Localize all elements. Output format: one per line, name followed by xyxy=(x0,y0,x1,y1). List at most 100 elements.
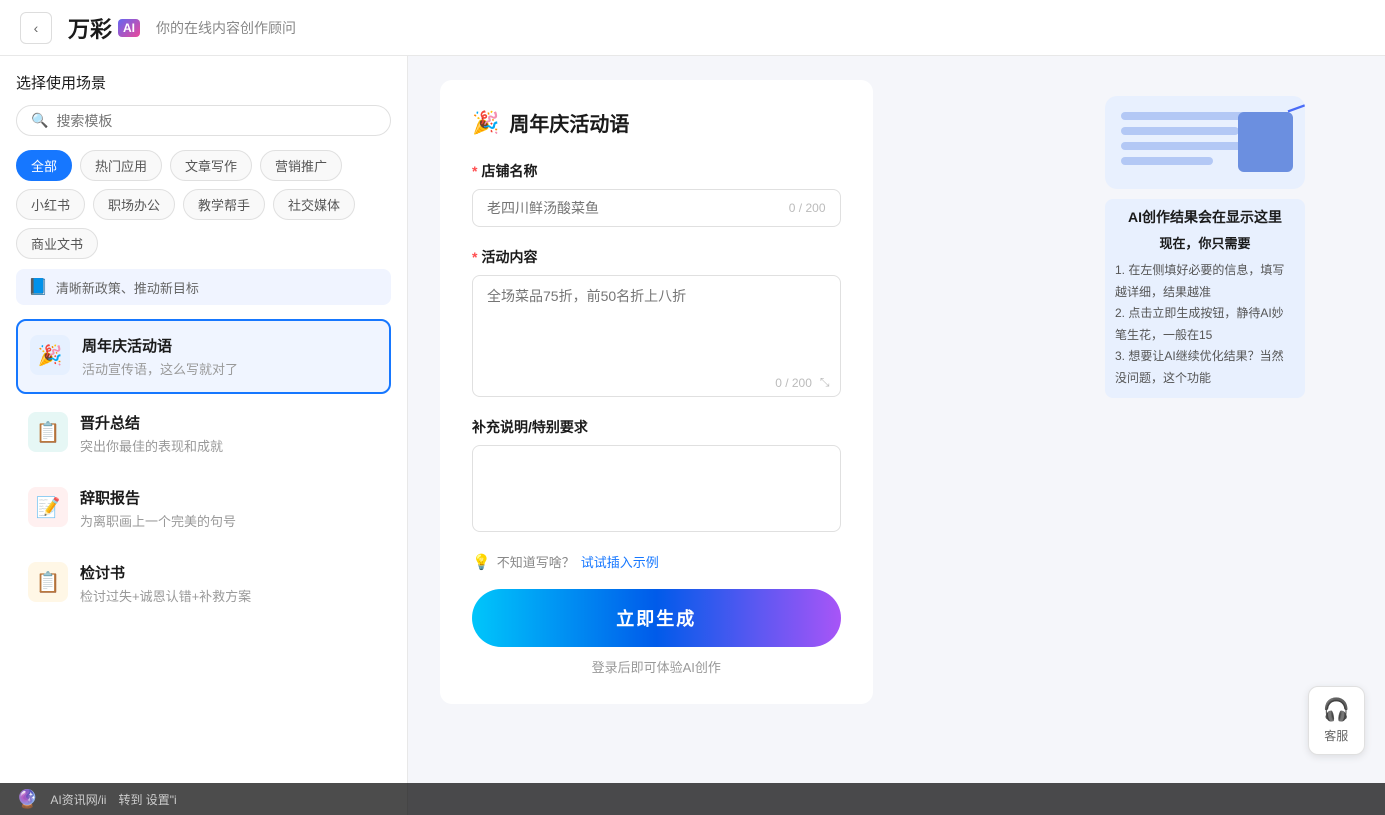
hint-row: 💡 不知道写啥？ 试试插入示例 xyxy=(472,552,841,571)
tag-xiaohongshu[interactable]: 小红书 xyxy=(16,189,85,220)
template-icon-anniversary: 🎉 xyxy=(30,335,70,375)
resize-icon: ⤡ xyxy=(820,375,830,390)
template-info-promotion: 晋升总结 突出你最佳的表现和成就 xyxy=(80,412,379,455)
sidebar-title: 选择使用场景 xyxy=(16,72,391,93)
store-name-char-count: 0 / 200 xyxy=(789,201,826,215)
store-name-field: * 店铺名称 0 / 200 xyxy=(472,161,841,227)
form-title: 🎉 周年庆活动语 xyxy=(472,108,841,137)
policy-icon: 📘 xyxy=(28,277,48,297)
supplement-label-text: 补充说明/特别要求 xyxy=(472,417,588,437)
steps-box: AI创作结果会在显示这里 现在，你只需要 1. 在左侧填好必要的信息，填写越详细… xyxy=(1105,199,1305,398)
supplement-textarea[interactable] xyxy=(473,446,840,526)
login-hint: 登录后即可体验AI创作 xyxy=(472,657,841,676)
template-info-anniversary: 周年庆活动语 活动宣传语，这么写就对了 xyxy=(82,335,377,378)
supplement-field: 补充说明/特别要求 xyxy=(472,417,841,532)
policy-banner: 📘 清晰新政策、推动新目标 xyxy=(16,269,391,305)
activity-content-field: * 活动内容 0 / 200 ⤡ xyxy=(472,247,841,397)
activity-content-footer: 0 / 200 ⤡ xyxy=(473,371,840,396)
template-desc-review: 检讨过失+诚恩认错+补救方案 xyxy=(80,586,379,605)
template-desc-resignation: 为离职画上一个完美的句号 xyxy=(80,511,379,530)
step-1: 1. 在左侧填好必要的信息，填写越详细，结果越准 xyxy=(1115,260,1295,303)
template-icon-promotion: 📋 xyxy=(28,412,68,452)
sidebar: 选择使用场景 🔍 全部 热门应用 文章写作 营销推广 小红书 职场办公 教学帮手… xyxy=(0,56,408,815)
step-3: 3. 想要让AI继续优化结果？当然没问题，这个功能 xyxy=(1115,346,1295,389)
form-title-icon: 🎉 xyxy=(472,110,499,136)
main-layout: 选择使用场景 🔍 全部 热门应用 文章写作 营销推广 小红书 职场办公 教学帮手… xyxy=(0,56,1385,815)
line-4 xyxy=(1121,157,1213,165)
activity-content-textarea[interactable] xyxy=(473,276,840,366)
logo-text: 万彩 xyxy=(68,12,112,44)
template-item-resignation[interactable]: 📝 辞职报告 为离职画上一个完美的句号 xyxy=(16,473,391,544)
header: ‹ 万彩 AI 你的在线内容创作顾问 xyxy=(0,0,1385,56)
header-subtitle: 你的在线内容创作顾问 xyxy=(156,18,296,38)
result-block xyxy=(1238,112,1293,172)
template-desc-anniversary: 活动宣传语，这么写就对了 xyxy=(82,359,377,378)
steps-content: AI创作结果会在显示这里 现在，你只需要 1. 在左侧填好必要的信息，填写越详细… xyxy=(1115,207,1295,390)
hint-text: 不知道写啥？ xyxy=(497,552,575,571)
bottom-text: AI资讯网/ii xyxy=(50,791,106,808)
activity-required: * xyxy=(472,249,477,265)
supplement-label: 补充说明/特别要求 xyxy=(472,417,841,437)
generate-button[interactable]: 立即生成 xyxy=(472,589,841,647)
insert-example-link[interactable]: 试试插入示例 xyxy=(581,552,659,571)
template-icon-review: 📋 xyxy=(28,562,68,602)
template-info-resignation: 辞职报告 为离职画上一个完美的句号 xyxy=(80,487,379,530)
illustration-card: ⟶ AI创作结果会在显示这里 现在，你只需要 1. 在左侧填好必要的信息，填写越… xyxy=(1105,96,1305,398)
cs-icon: 🎧 xyxy=(1323,697,1350,723)
form-card: 🎉 周年庆活动语 * 店铺名称 0 / 200 xyxy=(440,80,873,704)
policy-text: 清晰新政策、推动新目标 xyxy=(56,278,199,297)
tag-article[interactable]: 文章写作 xyxy=(170,150,252,181)
bottom-bar: 🔮 AI资讯网/ii 转到 设置"i xyxy=(0,783,1385,815)
tag-office[interactable]: 职场办公 xyxy=(93,189,175,220)
ai-hint-title: AI创作结果会在显示这里 xyxy=(1115,207,1295,227)
tag-marketing[interactable]: 营销推广 xyxy=(260,150,342,181)
logo: 万彩 AI xyxy=(68,12,140,44)
store-name-input-wrapper: 0 / 200 xyxy=(472,189,841,227)
search-input[interactable] xyxy=(56,113,376,129)
line-2 xyxy=(1121,127,1239,135)
template-name-promotion: 晋升总结 xyxy=(80,412,379,433)
result-illustration: ⟶ xyxy=(1105,96,1305,189)
cs-label: 客服 xyxy=(1324,727,1348,744)
step-2: 2. 点击立即生成按钮，静待AI妙笔生花，一般在15 xyxy=(1115,303,1295,346)
main-content: 🎉 周年庆活动语 * 店铺名称 0 / 200 xyxy=(408,56,905,815)
back-button[interactable]: ‹ xyxy=(20,12,52,44)
template-item-review[interactable]: 📋 检讨书 检讨过失+诚恩认错+补救方案 xyxy=(16,548,391,619)
search-box: 🔍 xyxy=(16,105,391,136)
form-title-text: 周年庆活动语 xyxy=(509,108,629,137)
tags-row: 全部 热门应用 文章写作 营销推广 小红书 职场办公 教学帮手 社交媒体 商业文… xyxy=(16,150,391,259)
template-desc-promotion: 突出你最佳的表现和成就 xyxy=(80,436,379,455)
store-name-input[interactable] xyxy=(487,200,789,216)
store-name-required: * xyxy=(472,163,477,179)
store-name-label: * 店铺名称 xyxy=(472,161,841,181)
ai-hint-subtitle: 现在，你只需要 xyxy=(1115,233,1295,252)
tag-business[interactable]: 商业文书 xyxy=(16,228,98,259)
logo-ai-badge: AI xyxy=(118,19,140,37)
tag-teaching[interactable]: 教学帮手 xyxy=(183,189,265,220)
tag-hot[interactable]: 热门应用 xyxy=(80,150,162,181)
supplement-area xyxy=(472,445,841,532)
template-item-anniversary[interactable]: 🎉 周年庆活动语 活动宣传语，这么写就对了 xyxy=(16,319,391,394)
tag-social[interactable]: 社交媒体 xyxy=(273,189,355,220)
activity-content-label: * 活动内容 xyxy=(472,247,841,267)
activity-char-count: 0 / 200 xyxy=(775,376,812,390)
back-icon: ‹ xyxy=(34,20,39,36)
template-info-review: 检讨书 检讨过失+诚恩认错+补救方案 xyxy=(80,562,379,605)
template-name-anniversary: 周年庆活动语 xyxy=(82,335,377,356)
line-3 xyxy=(1121,142,1255,150)
hint-icon: 💡 xyxy=(472,553,491,571)
ai-steps: 1. 在左侧填好必要的信息，填写越详细，结果越准 2. 点击立即生成按钮，静待A… xyxy=(1115,260,1295,390)
activity-content-label-text: 活动内容 xyxy=(481,247,537,267)
bottom-logo: 🔮 xyxy=(16,789,38,810)
template-item-promotion[interactable]: 📋 晋升总结 突出你最佳的表现和成就 xyxy=(16,398,391,469)
store-name-label-text: 店铺名称 xyxy=(481,161,537,181)
template-icon-resignation: 📝 xyxy=(28,487,68,527)
bottom-text-2: 转到 设置"i xyxy=(118,791,176,808)
customer-service-button[interactable]: 🎧 客服 xyxy=(1308,686,1365,755)
template-name-resignation: 辞职报告 xyxy=(80,487,379,508)
tag-all[interactable]: 全部 xyxy=(16,150,72,181)
template-list: 🎉 周年庆活动语 活动宣传语，这么写就对了 📋 晋升总结 突出你最佳的表现和成就… xyxy=(16,319,391,619)
activity-content-input-wrapper: 0 / 200 ⤡ xyxy=(472,275,841,397)
search-icon: 🔍 xyxy=(31,112,48,129)
template-name-review: 检讨书 xyxy=(80,562,379,583)
